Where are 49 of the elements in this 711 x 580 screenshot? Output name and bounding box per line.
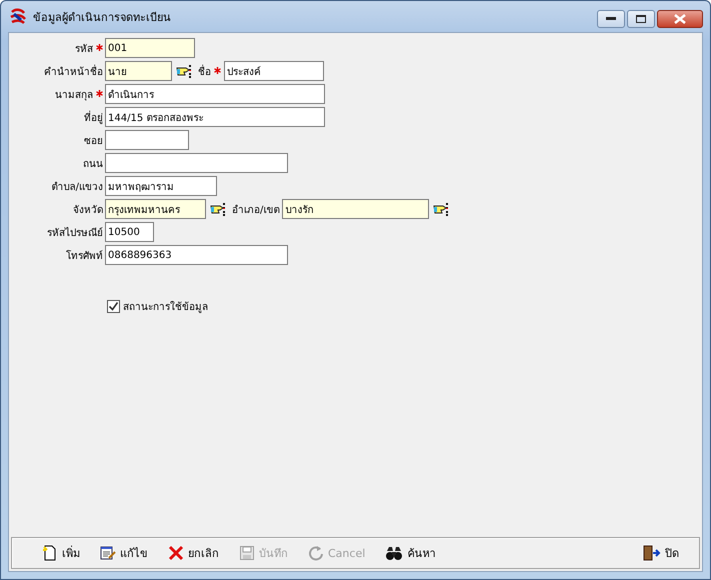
- field-label: ตำบล/แขวง: [52, 182, 103, 192]
- toolbar-button[interactable]: แก้ไข: [90, 541, 158, 565]
- window-title: ข้อมูลผู้ดำเนินการจดทะเบียน: [33, 10, 172, 26]
- close-icon: [674, 14, 686, 24]
- input-field[interactable]: 10500: [105, 222, 154, 242]
- maximize-icon: [636, 15, 646, 23]
- close-button[interactable]: [657, 10, 703, 28]
- pointing-hand-icon[interactable]: [433, 202, 450, 216]
- field-label: รหัส: [75, 44, 93, 54]
- pointing-hand-icon[interactable]: [210, 202, 226, 216]
- field-label: นามสกุล: [55, 90, 93, 100]
- field-label: ชื่อ: [198, 66, 211, 78]
- pointing-hand-icon[interactable]: [176, 64, 192, 78]
- field-label: โทรศัพท์: [66, 250, 103, 262]
- field-label: รหัสไปรษณีย์: [47, 228, 103, 238]
- field-label: ซอย: [84, 136, 103, 146]
- toolbar-button[interactable]: เพิ่ม: [32, 541, 90, 565]
- field-label: คำนำหน้าชื่อ: [44, 66, 103, 78]
- edit-icon: [100, 545, 116, 561]
- input-field[interactable]: 144/15 ตรอกสองพระ: [105, 107, 325, 127]
- toolbar-button[interactable]: ปิด: [633, 541, 689, 565]
- input-field[interactable]: 0868896363: [105, 245, 288, 265]
- field-label: อำเภอ/เขต: [232, 204, 280, 216]
- field-label: จังหวัด: [73, 204, 103, 216]
- toolbar-button[interactable]: ยกเลิก: [158, 541, 229, 565]
- input-field[interactable]: ดำเนินการ: [105, 84, 325, 104]
- input-field[interactable]: [105, 153, 288, 173]
- checkmark-icon: [108, 301, 119, 312]
- checkbox-label: สถานะการใช้ข้อมูล: [123, 300, 208, 314]
- exit-door-icon: [643, 545, 661, 561]
- undo-icon: [308, 545, 324, 561]
- toolbar-button[interactable]: ค้นหา: [375, 541, 446, 565]
- close-icon: [168, 545, 184, 561]
- field-label: ที่อยู่: [84, 112, 103, 124]
- input-field[interactable]: บางรัก: [282, 199, 430, 219]
- input-field[interactable]: ประสงค์: [224, 61, 324, 81]
- field-label: ถนน: [83, 158, 103, 170]
- input-field[interactable]: 001: [105, 38, 195, 58]
- minimize-icon: [606, 17, 616, 21]
- input-field[interactable]: กรุงเทพมหานคร: [105, 199, 206, 219]
- checkbox[interactable]: [107, 300, 120, 313]
- app-logo-icon: [9, 8, 27, 26]
- binoculars-icon: [385, 545, 404, 561]
- input-field[interactable]: [105, 130, 189, 150]
- input-field[interactable]: มหาพฤฒาราม: [105, 176, 217, 196]
- maximize-button[interactable]: [627, 10, 655, 28]
- new-document-icon: [42, 545, 58, 561]
- input-field[interactable]: นาย: [105, 61, 172, 81]
- minimize-button[interactable]: [597, 10, 625, 28]
